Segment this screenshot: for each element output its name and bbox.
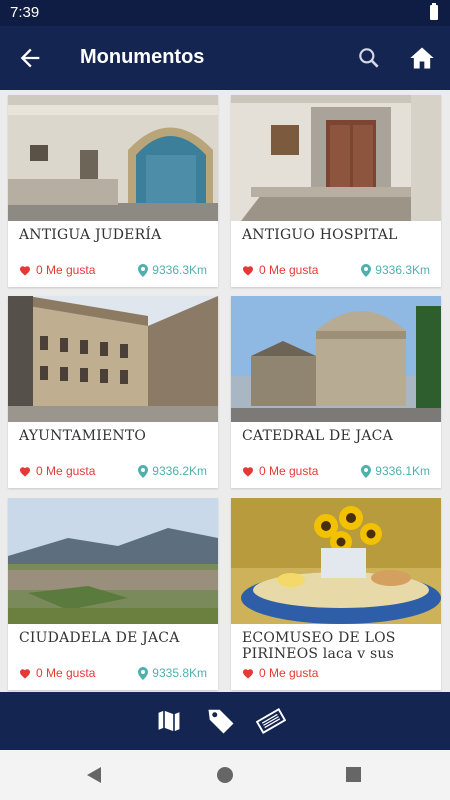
system-navigation-bar	[0, 750, 450, 800]
distance-label: 9336.3Km	[152, 263, 207, 277]
like-counter[interactable]: 0 Me gusta	[242, 666, 318, 680]
like-label: 0 Me gusta	[36, 464, 96, 478]
page-title: Monumentos	[80, 46, 205, 68]
monument-name: CIUDADELA DE JACA	[19, 630, 180, 646]
monument-photo	[8, 95, 218, 221]
status-time: 7:39	[10, 4, 40, 21]
heart-icon	[243, 668, 253, 678]
like-counter[interactable]: 0 Me gusta	[19, 263, 95, 277]
like-label: 0 Me gusta	[259, 464, 319, 478]
distance: 9336.1Km	[361, 464, 430, 478]
heart-icon	[243, 466, 253, 476]
monument-photo	[231, 95, 441, 221]
heart-icon	[20, 466, 30, 476]
heart-icon	[243, 265, 253, 275]
monument-grid: ANTIGUA JUDERÍA 0 Me gusta 9336.3Km ANTI…	[0, 90, 450, 692]
monument-photo	[231, 296, 441, 422]
nav-back-icon[interactable]	[87, 767, 101, 783]
monument-name: ANTIGUO HOSPITAL	[242, 227, 398, 243]
distance: 9336.2Km	[138, 464, 207, 478]
nav-recents-icon[interactable]	[346, 767, 361, 782]
monument-name: ECOMUSEO DE LOS PIRINEOS laca v sus	[242, 630, 396, 662]
like-label: 0 Me gusta	[259, 263, 319, 277]
map-pin-icon	[361, 464, 372, 478]
map-pin-icon	[138, 666, 149, 680]
map-icon[interactable]	[154, 706, 184, 736]
monument-name: CATEDRAL DE JACA	[242, 428, 393, 444]
monument-name: ANTIGUA JUDERÍA	[19, 227, 162, 243]
heart-icon	[20, 265, 30, 275]
home-icon[interactable]	[408, 44, 436, 72]
search-icon[interactable]	[356, 45, 382, 71]
distance-label: 9336.1Km	[375, 464, 430, 478]
monument-card[interactable]: ANTIGUO HOSPITAL 0 Me gusta 9336.3Km	[231, 95, 441, 287]
map-pin-icon	[361, 263, 372, 277]
like-label: 0 Me gusta	[259, 666, 319, 680]
map-pin-icon	[138, 464, 149, 478]
monument-name: AYUNTAMIENTO	[19, 428, 147, 444]
arrow-back-icon[interactable]	[16, 44, 44, 72]
map-pin-icon	[138, 263, 149, 277]
monument-card[interactable]: CIUDADELA DE JACA 0 Me gusta 9335.8Km	[8, 498, 218, 690]
like-label: 0 Me gusta	[36, 666, 96, 680]
monument-card[interactable]: ECOMUSEO DE LOS PIRINEOS laca v sus 0 Me…	[231, 498, 441, 690]
monument-card[interactable]: ANTIGUA JUDERÍA 0 Me gusta 9336.3Km	[8, 95, 218, 287]
distance: 9336.3Km	[361, 263, 430, 277]
tag-icon[interactable]	[206, 706, 236, 736]
distance-label: 9335.8Km	[152, 666, 207, 680]
battery-icon	[430, 3, 438, 20]
monument-card[interactable]: AYUNTAMIENTO 0 Me gusta 9336.2Km	[8, 296, 218, 488]
like-counter[interactable]: 0 Me gusta	[19, 666, 95, 680]
monument-photo	[8, 498, 218, 624]
status-bar: 7:39	[0, 0, 450, 26]
ticket-icon[interactable]	[255, 706, 287, 736]
heart-icon	[20, 668, 30, 678]
distance: 9335.8Km	[138, 666, 207, 680]
app-bar: Monumentos	[0, 26, 450, 90]
distance-label: 9336.3Km	[375, 263, 430, 277]
bottom-navigation	[0, 692, 450, 750]
like-counter[interactable]: 0 Me gusta	[242, 263, 318, 277]
monument-photo	[8, 296, 218, 422]
like-counter[interactable]: 0 Me gusta	[242, 464, 318, 478]
distance: 9336.3Km	[138, 263, 207, 277]
monument-photo	[231, 498, 441, 624]
monument-card[interactable]: CATEDRAL DE JACA 0 Me gusta 9336.1Km	[231, 296, 441, 488]
like-label: 0 Me gusta	[36, 263, 96, 277]
distance-label: 9336.2Km	[152, 464, 207, 478]
nav-home-icon[interactable]	[217, 767, 233, 783]
like-counter[interactable]: 0 Me gusta	[19, 464, 95, 478]
